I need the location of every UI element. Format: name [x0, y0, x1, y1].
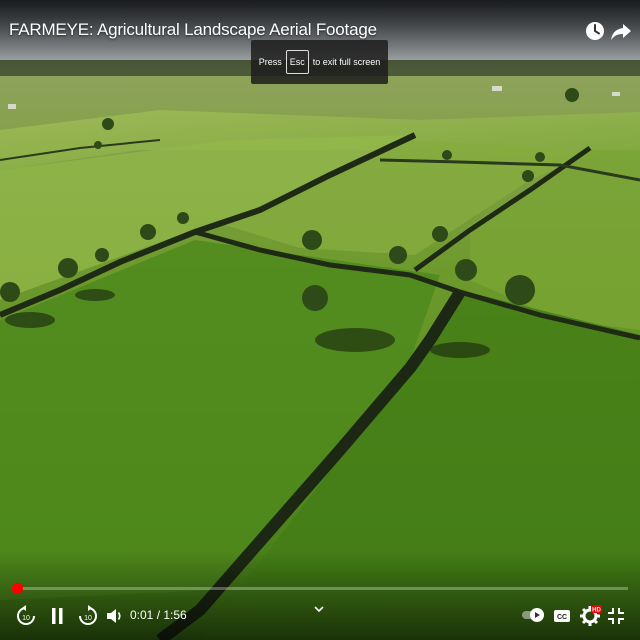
gear-icon: HD [580, 605, 602, 626]
captions-button[interactable]: CC [548, 602, 576, 630]
chevron-down-icon [314, 606, 324, 613]
share-button[interactable] [608, 18, 634, 44]
exit-fullscreen-button[interactable] [602, 602, 630, 630]
video-title[interactable]: FARMEYE: Agricultural Landscape Aerial F… [9, 20, 377, 40]
time-display: 0:01 / 1:56 [130, 608, 187, 622]
pause-button[interactable] [43, 602, 71, 630]
settings-button[interactable]: HD [576, 602, 604, 630]
progress-bar[interactable] [12, 583, 628, 594]
cc-icon: CC [554, 610, 570, 622]
video-frame [0, 0, 640, 640]
autoplay-toggle-icon [522, 608, 544, 622]
hd-badge: HD [592, 608, 601, 614]
share-arrow-icon [611, 24, 631, 40]
clock-icon [586, 22, 604, 40]
toast-prefix: Press [258, 57, 282, 67]
esc-key-badge: Esc [285, 50, 309, 74]
video-player[interactable]: FARMEYE: Agricultural Landscape Aerial F… [0, 0, 640, 640]
svg-text:10: 10 [84, 615, 92, 622]
forward-10-icon: 10 [79, 605, 97, 625]
svg-text:CC: CC [557, 614, 567, 621]
watch-later-button[interactable] [582, 18, 608, 44]
seek-forward-button[interactable]: 10 [74, 602, 102, 630]
seek-back-button[interactable]: 10 [12, 602, 40, 630]
autoplay-toggle[interactable] [522, 608, 546, 622]
fullscreen-toast: Press Esc to exit full screen [251, 40, 388, 84]
replay-10-icon: 10 [17, 605, 35, 625]
svg-text:10: 10 [22, 615, 30, 622]
volume-button[interactable] [100, 602, 128, 630]
exit-fullscreen-icon [608, 608, 624, 624]
pause-icon [52, 608, 63, 624]
volume-icon [107, 609, 121, 623]
more-controls-button[interactable] [313, 604, 325, 617]
toast-suffix: to exit full screen [312, 57, 381, 67]
